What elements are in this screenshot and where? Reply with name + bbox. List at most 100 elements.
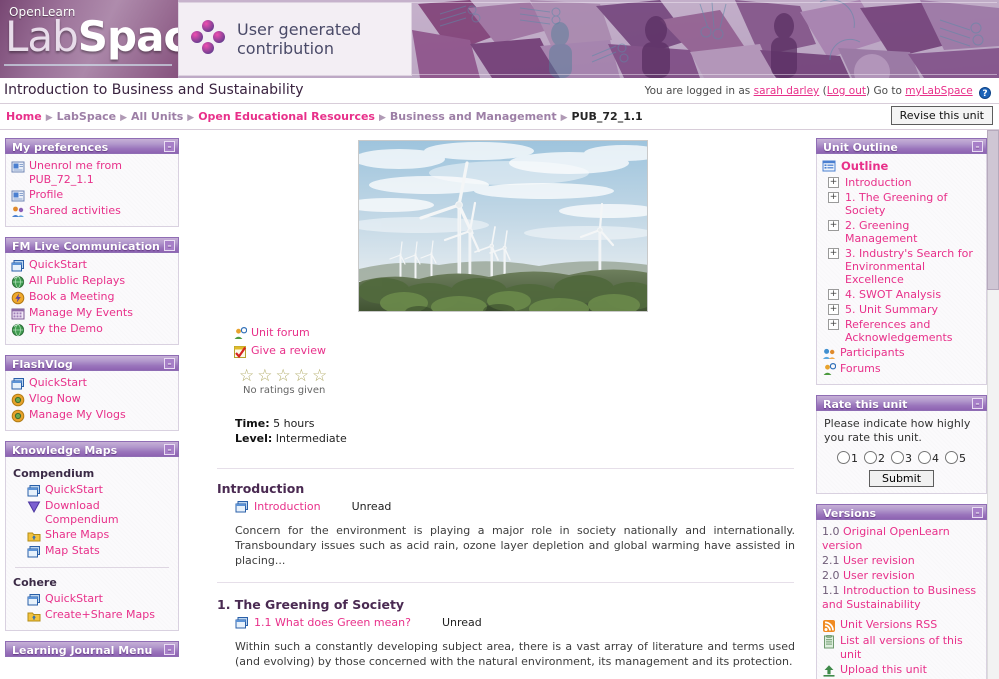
sidebar-link[interactable]: Map Stats: [45, 544, 173, 558]
sidebar-link[interactable]: Upload this unit: [840, 663, 981, 677]
section-item[interactable]: Introduction Unread: [235, 499, 794, 514]
sidebar-link[interactable]: QuickStart: [45, 592, 173, 606]
expand-icon[interactable]: +: [828, 304, 839, 315]
collapse-block-icon[interactable]: –: [972, 398, 983, 409]
sidebar-link[interactable]: QuickStart: [29, 376, 173, 390]
rating-radio-4[interactable]: [918, 451, 931, 464]
section-item-link[interactable]: Introduction: [254, 500, 321, 513]
outline-item[interactable]: +4. SWOT Analysis: [828, 288, 981, 301]
rating-radio-5[interactable]: [945, 451, 958, 464]
outline-item-link[interactable]: 4. SWOT Analysis: [845, 288, 941, 301]
expand-icon[interactable]: +: [828, 319, 839, 330]
expand-icon[interactable]: +: [828, 220, 839, 231]
sidebar-link[interactable]: Manage My Vlogs: [29, 408, 173, 422]
sidebar-link-row[interactable]: Share Maps: [27, 528, 173, 543]
sidebar-link[interactable]: Unenrol me from PUB_72_1.1: [29, 159, 173, 187]
sidebar-link-row[interactable]: Try the Demo: [11, 322, 173, 337]
sidebar-link-row[interactable]: QuickStart: [11, 376, 173, 391]
collapse-block-icon[interactable]: –: [164, 240, 175, 251]
mylabspace-link[interactable]: myLabSpace: [905, 85, 972, 97]
rating-option-4[interactable]: 4: [918, 451, 939, 465]
version-item[interactable]: 1.0 Original OpenLearn version: [822, 525, 981, 553]
expand-icon[interactable]: +: [828, 289, 839, 300]
collapse-block-icon[interactable]: –: [972, 141, 983, 152]
sidebar-link-row[interactable]: Create+Share Maps: [27, 608, 173, 623]
version-item[interactable]: 1.1 Introduction to Business and Sustain…: [822, 584, 981, 612]
breadcrumb-item-all-units[interactable]: All Units: [131, 110, 183, 123]
sidebar-link-row[interactable]: Manage My Vlogs: [11, 408, 173, 423]
expand-icon[interactable]: +: [828, 177, 839, 188]
sidebar-link[interactable]: Unit forum: [251, 326, 794, 340]
sidebar-link-row[interactable]: Profile: [11, 188, 173, 203]
collapse-block-icon[interactable]: –: [164, 444, 175, 455]
section-item-link[interactable]: 1.1 What does Green mean?: [254, 616, 411, 629]
sidebar-link[interactable]: Download Compendium: [45, 499, 173, 527]
version-item[interactable]: 2.0 User revision: [822, 569, 981, 583]
expand-icon[interactable]: +: [828, 248, 839, 259]
outline-item[interactable]: + References and Acknowledgements: [828, 318, 981, 344]
logout-link[interactable]: Log out: [827, 85, 866, 97]
sidebar-link-row[interactable]: Download Compendium: [27, 499, 173, 527]
sidebar-link[interactable]: Unit Versions RSS: [840, 618, 981, 632]
rating-radio-2[interactable]: [864, 451, 877, 464]
outline-item[interactable]: + Introduction: [828, 176, 981, 189]
rating-radio-1[interactable]: [837, 451, 850, 464]
sidebar-link[interactable]: Shared activities: [29, 204, 173, 218]
collapse-block-icon[interactable]: –: [164, 358, 175, 369]
outline-item-link[interactable]: 5. Unit Summary: [845, 303, 938, 316]
sidebar-link-row[interactable]: Upload this unit: [822, 663, 981, 678]
revise-this-unit-button[interactable]: Revise this unit: [890, 106, 993, 125]
outline-item-link[interactable]: Introduction: [845, 176, 912, 189]
sidebar-link-row[interactable]: Give a review: [233, 344, 794, 359]
sidebar-link[interactable]: List all versions of this unit: [840, 634, 981, 662]
sidebar-link-row[interactable]: All Public Replays: [11, 274, 173, 289]
rating-radio-3[interactable]: [891, 451, 904, 464]
rating-option-5[interactable]: 5: [945, 451, 966, 465]
breadcrumb-item-home[interactable]: Home: [6, 110, 42, 123]
sidebar-link[interactable]: Participants: [840, 346, 981, 360]
sidebar-link[interactable]: QuickStart: [29, 258, 173, 272]
version-link[interactable]: Introduction to Business and Sustainabil…: [822, 584, 976, 611]
outline-root[interactable]: Outline: [822, 158, 981, 173]
sidebar-link[interactable]: Vlog Now: [29, 392, 173, 406]
outline-item-link[interactable]: 1. The Greening of Society: [845, 191, 981, 217]
sidebar-link[interactable]: Book a Meeting: [29, 290, 173, 304]
sidebar-link-row[interactable]: QuickStart: [27, 483, 173, 498]
outline-root-link[interactable]: Outline: [841, 159, 888, 173]
sidebar-link-row[interactable]: QuickStart: [11, 258, 173, 273]
outline-item[interactable]: +1. The Greening of Society: [828, 191, 981, 217]
sidebar-link-row[interactable]: Unit forum: [233, 326, 794, 341]
version-link[interactable]: User revision: [843, 554, 915, 567]
outline-item-link[interactable]: References and Acknowledgements: [845, 318, 981, 344]
help-icon[interactable]: ?: [979, 87, 991, 99]
sidebar-link-row[interactable]: Map Stats: [27, 544, 173, 559]
rating-option-2[interactable]: 2: [864, 451, 885, 465]
sidebar-link[interactable]: Try the Demo: [29, 322, 173, 336]
sidebar-link-row[interactable]: Unit Versions RSS: [822, 618, 981, 633]
sidebar-link[interactable]: Give a review: [251, 344, 794, 358]
rating-stars[interactable]: ☆☆☆☆☆: [239, 367, 794, 385]
submit-rating-button[interactable]: Submit: [868, 470, 935, 487]
outline-item[interactable]: +2. Greening Management: [828, 219, 981, 245]
outline-item[interactable]: +5. Unit Summary: [828, 303, 981, 316]
sidebar-link[interactable]: Profile: [29, 188, 173, 202]
sidebar-link[interactable]: All Public Replays: [29, 274, 173, 288]
section-item[interactable]: 1.1 What does Green mean? Unread: [235, 615, 794, 630]
sidebar-link-row[interactable]: QuickStart: [27, 592, 173, 607]
breadcrumb-item-business-and-management[interactable]: Business and Management: [390, 110, 557, 123]
breadcrumb-item-open-educational-resources[interactable]: Open Educational Resources: [198, 110, 375, 123]
user-profile-link[interactable]: sarah darley: [754, 85, 820, 97]
sidebar-link-row[interactable]: Manage My Events: [11, 306, 173, 321]
sidebar-link[interactable]: QuickStart: [45, 483, 173, 497]
sidebar-link-row[interactable]: Unenrol me from PUB_72_1.1: [11, 159, 173, 187]
sidebar-link-row[interactable]: Participants: [822, 346, 981, 361]
sidebar-link-row[interactable]: List all versions of this unit: [822, 634, 981, 662]
rating-option-3[interactable]: 3: [891, 451, 912, 465]
sidebar-link-row[interactable]: Vlog Now: [11, 392, 173, 407]
collapse-block-icon[interactable]: –: [164, 644, 175, 655]
sidebar-link[interactable]: Share Maps: [45, 528, 173, 542]
breadcrumb-item-labspace[interactable]: LabSpace: [57, 110, 117, 123]
sidebar-link-row[interactable]: Shared activities: [11, 204, 173, 219]
sidebar-link[interactable]: Forums: [840, 362, 981, 376]
outline-item-link[interactable]: 2. Greening Management: [845, 219, 981, 245]
